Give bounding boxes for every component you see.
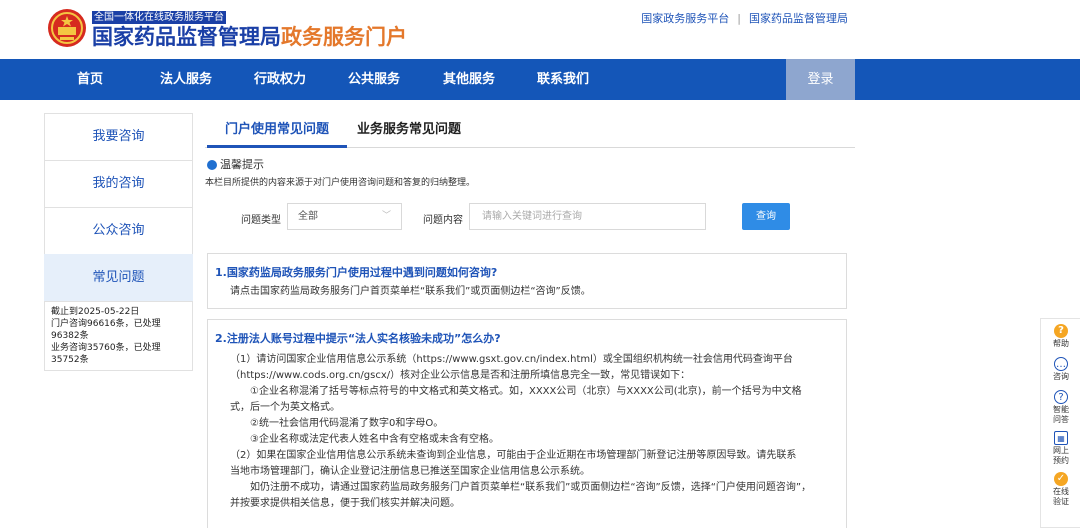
faq-answer-line: 如仍注册不成功，请通过国家药监局政务服务门户首页菜单栏“联系我们”或页面侧边栏“… [250, 482, 812, 493]
sidebar-item-ask[interactable]: 我要咨询 [44, 113, 193, 160]
question-type-select[interactable]: 全部 ﹀ [287, 203, 402, 230]
float-verify[interactable]: ✓ 在线验证 [1041, 472, 1080, 507]
sidebar-item-my-consultations[interactable]: 我的咨询 [44, 160, 193, 207]
main-navbar: 首页 法人服务 行政权力 公共服务 其他服务 联系我们 登录 [0, 59, 1080, 100]
nav-contact-us[interactable]: 联系我们 [518, 59, 608, 100]
faq-question[interactable]: 1.国家药监局政务服务门户使用过程中遇到问题如何咨询? [215, 265, 846, 280]
faq-item: 2.注册法人账号过程中提示“法人实名核验未成功”怎么办? （1）请访问国家企业信… [207, 319, 847, 528]
float-ai-qa-label: 智能问答 [1053, 405, 1069, 424]
float-appointment[interactable]: ▦ 网上预约 [1041, 431, 1080, 466]
question-content-label: 问题内容 [423, 215, 463, 226]
national-emblem-icon [48, 9, 86, 47]
tab-portal-faq[interactable]: 门户使用常见问题 [207, 113, 348, 148]
help-icon: ? [1054, 324, 1068, 338]
nav-other-services[interactable]: 其他服务 [424, 59, 514, 100]
top-link-national-platform[interactable]: 国家政务服务平台 [641, 10, 729, 26]
faq-tabs: 门户使用常见问题 业务服务常见问题 [205, 113, 855, 148]
faq-answer-line: 式，后一个为英文格式。 [230, 402, 340, 413]
nav-public-services[interactable]: 公共服务 [329, 59, 419, 100]
question-type-value: 全部 [298, 211, 318, 222]
chevron-down-icon: ﹀ [381, 211, 391, 221]
ai-qa-icon: ? [1054, 390, 1068, 404]
nav-home[interactable]: 首页 [45, 59, 135, 100]
float-consult-label: 咨询 [1053, 372, 1069, 381]
calendar-icon: ▦ [1054, 431, 1068, 445]
site-header: 全国一体化在线政务服务平台 国家药品监督管理局政务服务门户 国家政务服务平台 | 国… [0, 0, 1080, 59]
tip-header: 温馨提示 [207, 156, 264, 172]
question-type-label: 问题类型 [241, 215, 281, 226]
float-ai-qa[interactable]: ? 智能问答 [1041, 390, 1080, 425]
faq-answer-line: （1）请访问国家企业信用信息公示系统（https://www.gsxt.gov.… [230, 354, 793, 365]
top-link-nmpa[interactable]: 国家药品监督管理局 [749, 10, 848, 26]
float-help-label: 帮助 [1053, 339, 1069, 348]
float-consult[interactable]: … 咨询 [1041, 357, 1080, 382]
faq-answer-line: 请点击国家药监局政务服务门户首页菜单栏“联系我们”或页面侧边栏“咨询”反馈。 [230, 286, 591, 297]
faq-answer: （1）请访问国家企业信用信息公示系统（https://www.gsxt.gov.… [215, 352, 846, 512]
faq-answer-line: 当地市场管理部门，确认企业登记注册信息已推送至国家企业信用信息公示系统。 [230, 466, 590, 477]
tip-title: 温馨提示 [220, 158, 264, 171]
faq-answer-line: ①企业名称混淆了括号等标点符号的中文格式和英文格式。如，XXXX公司（北京）与X… [250, 386, 802, 397]
faq-item: 1.国家药监局政务服务门户使用过程中遇到问题如何咨询? 请点击国家药监局政务服务… [207, 253, 847, 309]
top-link-separator: | [737, 12, 741, 25]
faq-answer-line: （https://www.cods.org.cn/gscx/）核对企业公示信息是… [230, 370, 691, 381]
faq-answer: 请点击国家药监局政务服务门户首页菜单栏“联系我们”或页面侧边栏“咨询”反馈。 [215, 284, 846, 300]
faq-answer-line: 并按要求提供相关信息，便于我们核实并解决问题。 [230, 498, 460, 509]
faq-answer-line: ③企业名称或法定代表人姓名中含有空格或未含有空格。 [250, 434, 499, 445]
faq-question[interactable]: 2.注册法人账号过程中提示“法人实名核验未成功”怎么办? [215, 331, 846, 346]
login-button[interactable]: 登录 [786, 59, 855, 100]
sidebar-item-faq[interactable]: 常见问题 [44, 254, 193, 301]
query-button[interactable]: 查询 [742, 203, 790, 230]
faq-answer-line: ②统一社会信用代码混淆了数字0和字母O。 [250, 418, 444, 429]
stats-business: 业务咨询35760条，已处理35752条 [51, 343, 161, 365]
floating-toolbar: ? 帮助 … 咨询 ? 智能问答 ▦ 网上预约 ✓ 在线验证 [1040, 318, 1080, 528]
sidebar: 我要咨询 我的咨询 公众咨询 常见问题 截止到2025-05-22日 门户咨询9… [44, 113, 193, 371]
stats-portal: 门户咨询96616条，已处理96382条 [51, 319, 161, 341]
float-appointment-label: 网上预约 [1053, 446, 1069, 465]
float-help[interactable]: ? 帮助 [1041, 324, 1080, 349]
tip-description: 本栏目所提供的内容来源于对门户使用咨询问题和答复的归纳整理。 [205, 178, 476, 188]
sidebar-item-public-consultations[interactable]: 公众咨询 [44, 207, 193, 254]
nav-legal-person-services[interactable]: 法人服务 [141, 59, 231, 100]
stats-date: 截止到2025-05-22日 [51, 307, 140, 317]
top-links: 国家政务服务平台 | 国家药品监督管理局 [641, 10, 848, 26]
float-verify-label: 在线验证 [1053, 487, 1069, 506]
tab-business-faq[interactable]: 业务服务常见问题 [339, 113, 479, 148]
faq-answer-line: （2）如果在国家企业信用信息公示系统未查询到企业信息，可能由于企业近期在市场管理… [230, 450, 797, 461]
platform-tag: 全国一体化在线政务服务平台 [92, 11, 226, 24]
consultation-stats: 截止到2025-05-22日 门户咨询96616条，已处理96382条 业务咨询… [44, 301, 193, 371]
site-title-agency: 国家药品监督管理局 [92, 25, 281, 49]
site-title[interactable]: 国家药品监督管理局政务服务门户 [92, 24, 407, 50]
nav-administrative-power[interactable]: 行政权力 [235, 59, 325, 100]
lightbulb-icon [207, 160, 217, 170]
question-content-input[interactable] [469, 203, 706, 230]
verify-icon: ✓ [1054, 472, 1068, 486]
chat-icon: … [1054, 357, 1068, 371]
site-title-portal: 政务服务门户 [281, 25, 407, 49]
